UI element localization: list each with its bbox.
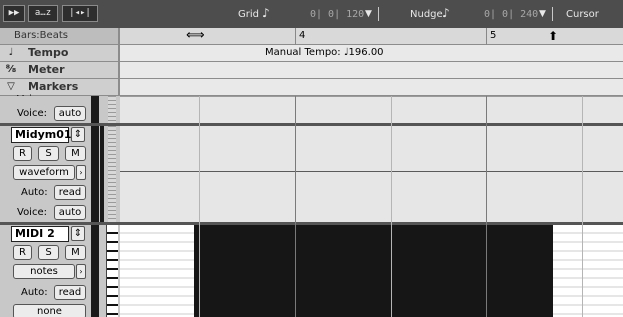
meter-ruler[interactable] (120, 62, 623, 79)
play-right-icon[interactable]: ▶▶ (3, 5, 25, 22)
grid-line (582, 96, 583, 317)
mute-button[interactable]: M (65, 146, 86, 161)
marker-icon: ▽ (7, 81, 15, 92)
midi-region[interactable] (194, 225, 553, 317)
level-meter (91, 225, 99, 317)
partial-voice-label: Voice: (17, 92, 47, 96)
track-name-menu-icon[interactable]: ⇕ (71, 226, 85, 241)
track-name-midi-2[interactable]: MIDI 2 (11, 226, 69, 242)
toolbar-divider (552, 7, 553, 21)
grid-line (486, 96, 487, 317)
level-meter (100, 126, 104, 222)
meter-scale (108, 126, 116, 222)
track-name-midym01[interactable]: Midym01 (11, 127, 72, 143)
meter-icon: ⁸⁄₈ (5, 64, 17, 75)
nudge-dropdown-icon[interactable]: ▼ (539, 9, 546, 19)
grid-line (199, 96, 200, 317)
zoom-toggle-icon[interactable]: |◂▸| (62, 5, 98, 22)
view-arrow-icon[interactable]: › (76, 264, 86, 279)
grid-line (295, 96, 296, 317)
solo-button[interactable]: S (38, 146, 59, 161)
record-button[interactable]: R (13, 146, 32, 161)
track-divider[interactable] (0, 222, 120, 225)
nudge-value[interactable]: 0| 0| 240 (484, 9, 538, 21)
grid-value[interactable]: 0| 0| 120 (310, 9, 364, 21)
grid-line (391, 96, 392, 317)
sort-button[interactable]: a…z (28, 5, 58, 22)
level-meter (91, 126, 99, 222)
record-button[interactable]: R (13, 245, 32, 260)
piano-keyboard[interactable] (106, 225, 118, 317)
bars-beats-ruler-label[interactable]: Bars:Beats (0, 28, 118, 45)
track-view-selector[interactable]: waveform (13, 165, 75, 180)
tempo-icon: ♩ (8, 47, 14, 58)
resize-cursor-icon: ⟺ (186, 28, 205, 43)
grid-dropdown-icon[interactable]: ▼ (365, 9, 372, 19)
toolbar-divider (378, 7, 379, 21)
voice-selector[interactable]: auto (54, 106, 86, 121)
bar-tick (295, 28, 296, 45)
tempo-ruler-label[interactable]: ♩ Tempo (0, 45, 118, 62)
bar-number-4: 4 (299, 30, 306, 41)
automation-label: Auto: (21, 287, 48, 298)
nudge-label: Nudge (410, 9, 443, 20)
markers-ruler[interactable] (120, 79, 623, 96)
bars-beats-ruler[interactable]: ⟺ 4 5 ⬆ (120, 28, 623, 45)
track-view-selector[interactable]: notes (13, 264, 75, 279)
track-lane[interactable] (120, 96, 623, 123)
automation-label: Auto: (21, 187, 48, 198)
tempo-event[interactable]: Manual Tempo: ♩196.00 (265, 47, 384, 58)
tempo-ruler[interactable]: Manual Tempo: ♩196.00 (120, 45, 623, 62)
mute-button[interactable]: M (65, 245, 86, 260)
track-name-menu-icon[interactable]: ⇕ (71, 127, 85, 142)
ruler-divider (118, 28, 120, 96)
waveform-center-line (120, 171, 623, 172)
voice-label: Voice: (17, 108, 47, 119)
meter-ruler-label[interactable]: ⁸⁄₈ Meter (0, 62, 118, 79)
bar-tick (486, 28, 487, 45)
edit-toolbar: ▶▶ a…z |◂▸| Grid ♪ 0| 0| 120 ▼ Nudge ♪ 0… (0, 0, 623, 28)
voice-selector[interactable]: auto (54, 205, 86, 220)
automation-mode-selector[interactable]: read (54, 185, 86, 200)
meter-scale (108, 96, 116, 123)
view-arrow-icon[interactable]: › (76, 165, 86, 180)
up-arrow-icon[interactable]: ⬆ (548, 28, 558, 44)
voice-label: Voice: (17, 207, 47, 218)
audio-track-lane[interactable] (120, 126, 623, 222)
lane-border (120, 96, 623, 97)
cursor-label: Cursor (566, 9, 599, 20)
bar-number-5: 5 (490, 30, 497, 41)
level-meter (91, 96, 99, 123)
grid-note-icon: ♪ (262, 6, 270, 20)
midi-channel-selector[interactable]: none (13, 304, 86, 317)
grid-label: Grid (238, 9, 259, 20)
automation-mode-selector[interactable]: read (54, 285, 86, 300)
nudge-note-icon: ♪ (442, 6, 450, 20)
solo-button[interactable]: S (38, 245, 59, 260)
